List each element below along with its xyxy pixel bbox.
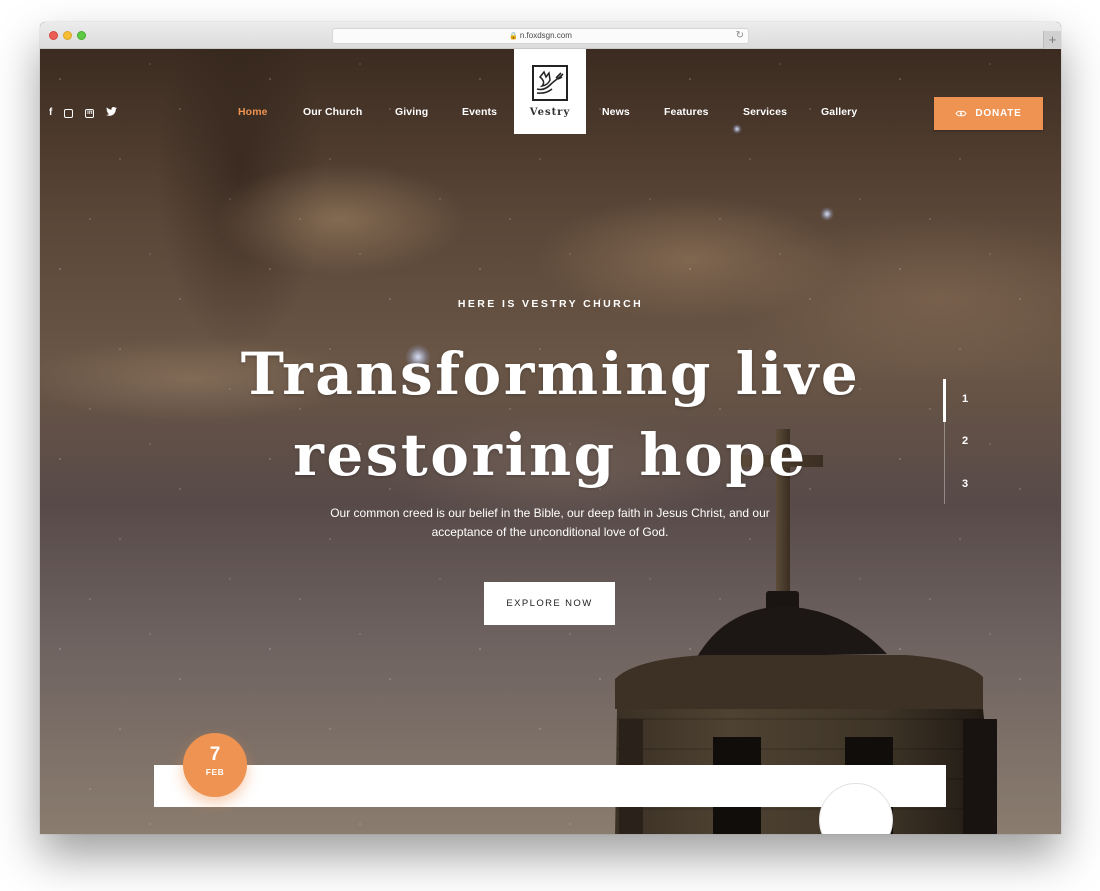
nav-news[interactable]: News [602,106,630,118]
reload-icon[interactable]: ↻ [736,29,744,43]
address-bar[interactable]: 🔒 n.foxdsgn.com ↻ [332,28,749,44]
heart-hands-icon [955,110,967,117]
nav-services[interactable]: Services [743,106,787,118]
nav-home[interactable]: Home [238,106,268,118]
donate-label: DONATE [975,108,1022,119]
dove-icon [532,65,568,101]
nav-gallery[interactable]: Gallery [821,106,857,118]
minimize-window-button[interactable] [63,31,72,40]
site-logo[interactable]: Vestry [514,49,586,134]
event-image-circle [819,783,893,834]
hero-eyebrow: HERE IS VESTRY CHURCH [457,298,644,310]
slide-dot-1[interactable]: 1 [962,393,968,405]
event-date-badge: 7 FEB [183,733,247,797]
slide-dot-2[interactable]: 2 [962,435,968,447]
hero-headline: Transforming live restoring hope [40,334,1061,496]
close-window-button[interactable] [49,31,58,40]
slide-dot-3[interactable]: 3 [962,478,968,490]
nav-features[interactable]: Features [664,106,709,118]
nav-our-church[interactable]: Our Church [303,106,362,118]
nav-giving[interactable]: Giving [395,106,428,118]
linkedin-icon[interactable]: in [85,108,95,118]
explore-now-button[interactable]: EXPLORE NOW [484,582,615,625]
event-month: FEB [205,767,225,777]
slider-active-indicator [943,379,946,422]
browser-titlebar: 🔒 n.foxdsgn.com ↻ + [40,22,1061,49]
instagram-icon[interactable] [64,108,74,118]
hero-section: f in Home Our Church Giving Events Vestr… [40,49,1061,834]
browser-window: 🔒 n.foxdsgn.com ↻ + f in Home Our Church… [40,22,1061,834]
event-card[interactable] [154,765,946,834]
event-day: 7 [209,744,221,765]
lock-icon: 🔒 [509,33,518,40]
url-text: n.foxdsgn.com [519,31,572,40]
nav-events[interactable]: Events [462,106,497,118]
bright-star [820,207,834,221]
logo-text: Vestry [529,107,571,118]
facebook-icon[interactable]: f [49,108,52,118]
twitter-icon[interactable] [106,107,118,119]
bright-star [732,124,742,134]
new-tab-button[interactable]: + [1043,31,1061,49]
maximize-window-button[interactable] [77,31,86,40]
headline-line-2: restoring hope [293,421,808,489]
headline-line-1: Transforming live [240,340,861,408]
donate-button[interactable]: DONATE [934,97,1043,130]
hero-subtext: Our common creed is our belief in the Bi… [330,506,770,539]
social-links: f in [49,107,118,119]
